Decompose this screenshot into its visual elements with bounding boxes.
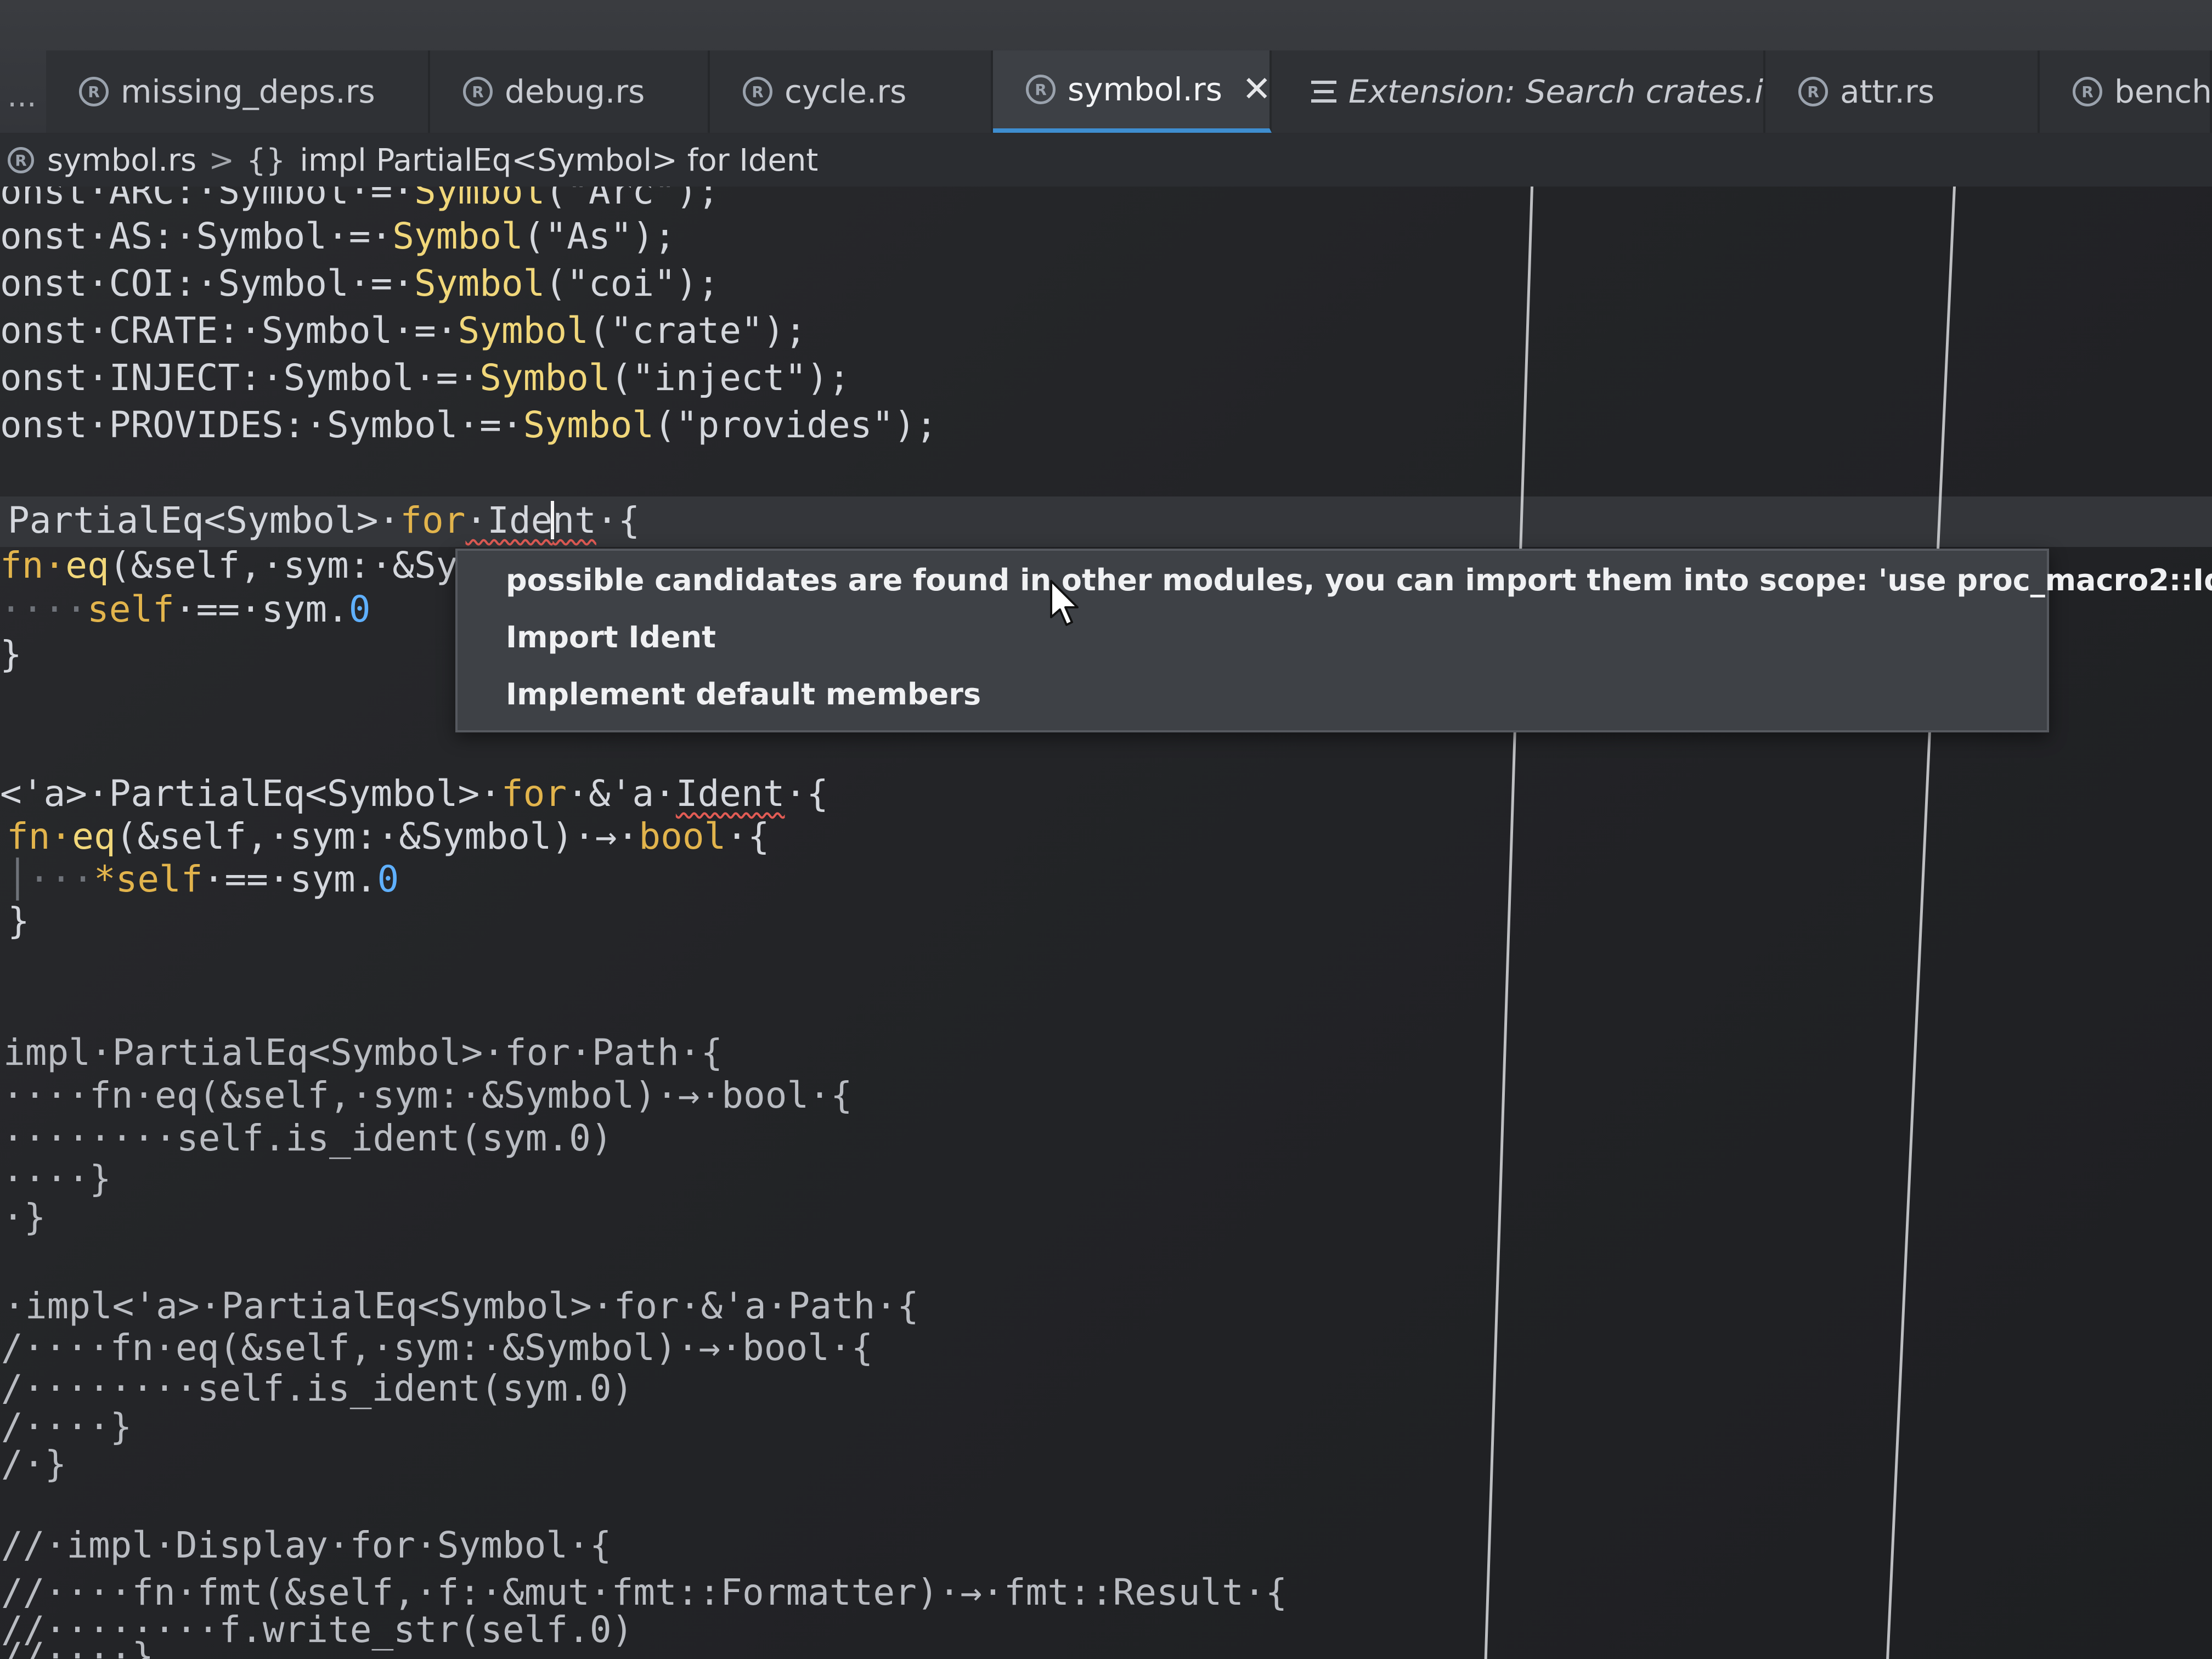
tab-label: cycle.rs <box>785 73 907 110</box>
extension-lines-icon <box>1311 81 1336 103</box>
code-line: ····self·==·sym.0 <box>0 588 371 630</box>
code-line: onst·AS:·Symbol·=·Symbol("As"); <box>0 215 676 257</box>
tab-label: debug.rs <box>505 73 645 110</box>
tab-label: Extension: Search crates.io <box>1348 73 1765 110</box>
rust-icon: R <box>1026 75 1056 104</box>
code-line: <'a>·PartialEq<Symbol>·for·&'a·Ident·{ <box>0 772 828 815</box>
mouse-pointer-icon <box>1050 580 1079 626</box>
code-line: fn·eq(&self,·sym:·&Symbol)·→·bool·{ <box>7 815 770 857</box>
code-line: onst·ARC:·Symbol·=·Symbol("Arc"); <box>0 187 720 212</box>
breadcrumb-separator: > <box>208 142 235 178</box>
code-line: //····fn·fmt(&self,·f:·&mut·fmt::Formatt… <box>1 1571 1288 1613</box>
code-line: } <box>8 900 30 942</box>
close-icon[interactable]: ✕ <box>1242 69 1269 110</box>
code-line: /·} <box>1 1443 67 1485</box>
code-line: ····} <box>2 1158 111 1200</box>
code-line: /····fn·eq(&self,·sym:·&Symbol)·→·bool·{ <box>1 1327 873 1369</box>
rust-icon: R <box>1798 77 1828 106</box>
quick-fix-import-candidates[interactable]: possible candidates are found in other m… <box>506 563 2212 597</box>
code-line-current: PartialEq<Symbol>·for·Ident·{ <box>8 499 640 541</box>
code-line: onst·CRATE:·Symbol·=·Symbol("crate"); <box>0 309 807 352</box>
tab-attr[interactable]: R attr.rs <box>1765 50 2040 133</box>
quick-fix-popup: possible candidates are found in other m… <box>455 549 2212 732</box>
tab-label: bench.r <box>2114 73 2212 110</box>
rust-icon: R <box>743 77 772 106</box>
quick-fix-import-ident[interactable]: Import Ident <box>506 620 716 654</box>
code-line: ·} <box>2 1196 46 1238</box>
code-line: ········self.is_ident(sym.0) <box>2 1117 613 1159</box>
code-line: } <box>0 633 22 675</box>
breadcrumb: R symbol.rs > {} impl PartialEq<Symbol> … <box>0 134 2212 187</box>
rust-icon: R <box>463 77 493 106</box>
tab-debug[interactable]: R debug.rs <box>430 50 710 133</box>
code-line: //····} <box>1 1635 154 1659</box>
tab-cycle[interactable]: R cycle.rs <box>710 50 993 133</box>
quick-fix-implement-default-members[interactable]: Implement default members <box>506 677 981 712</box>
vscode-window: ... R missing_deps.rs R debug.rs R cycle… <box>0 0 2212 1659</box>
rust-icon: R <box>8 147 34 173</box>
breadcrumb-symbol-icon: {} <box>246 142 286 178</box>
code-line: /········self.is_ident(sym.0) <box>1 1367 634 1409</box>
tab-extension-search-crates[interactable]: Extension: Search crates.io <box>1272 50 1765 133</box>
code-editor[interactable]: onst·ARC:·Symbol·=·Symbol("Arc"); onst·A… <box>0 187 2212 1659</box>
rust-icon: R <box>79 77 109 106</box>
code-line: /····} <box>1 1406 132 1448</box>
vertical-ruler-2 <box>1886 187 1956 1659</box>
code-line: //·impl·Display·for·Symbol·{ <box>1 1524 612 1566</box>
breadcrumb-symbol[interactable]: impl PartialEq<Symbol> for Ident <box>300 143 818 178</box>
tab-label: missing_deps.rs <box>121 73 375 110</box>
rust-icon: R <box>2073 77 2102 106</box>
code-line: │···*self·==·sym.0 <box>7 858 399 900</box>
tab-label: attr.rs <box>1840 73 1935 110</box>
code-line: ·impl<'a>·PartialEq<Symbol>·for·&'a·Path… <box>3 1285 919 1327</box>
code-line: onst·INJECT:·Symbol·=·Symbol("inject"); <box>0 357 850 399</box>
tab-bench[interactable]: R bench.r <box>2040 50 2212 133</box>
code-line: impl·PartialEq<Symbol>·for·Path·{ <box>3 1031 723 1074</box>
tab-label: symbol.rs <box>1068 71 1222 108</box>
code-line: ····fn·eq(&self,·sym:·&Symbol)·→·bool·{ <box>2 1074 853 1116</box>
tab-symbol[interactable]: R symbol.rs ✕ <box>993 50 1272 133</box>
code-line: onst·PROVIDES:·Symbol·=·Symbol("provides… <box>0 404 938 446</box>
code-line: onst·COI:·Symbol·=·Symbol("coi"); <box>0 262 720 304</box>
tab-missing-deps[interactable]: R missing_deps.rs <box>46 50 430 133</box>
code-line: fn·eq(&self,·sym:·&Symb <box>0 544 501 586</box>
vertical-ruler-1 <box>1484 187 1533 1659</box>
tab-bar: ... R missing_deps.rs R debug.rs R cycle… <box>0 0 2212 134</box>
breadcrumb-file[interactable]: symbol.rs <box>47 143 196 178</box>
tab-overflow-button[interactable]: ... <box>0 60 44 133</box>
